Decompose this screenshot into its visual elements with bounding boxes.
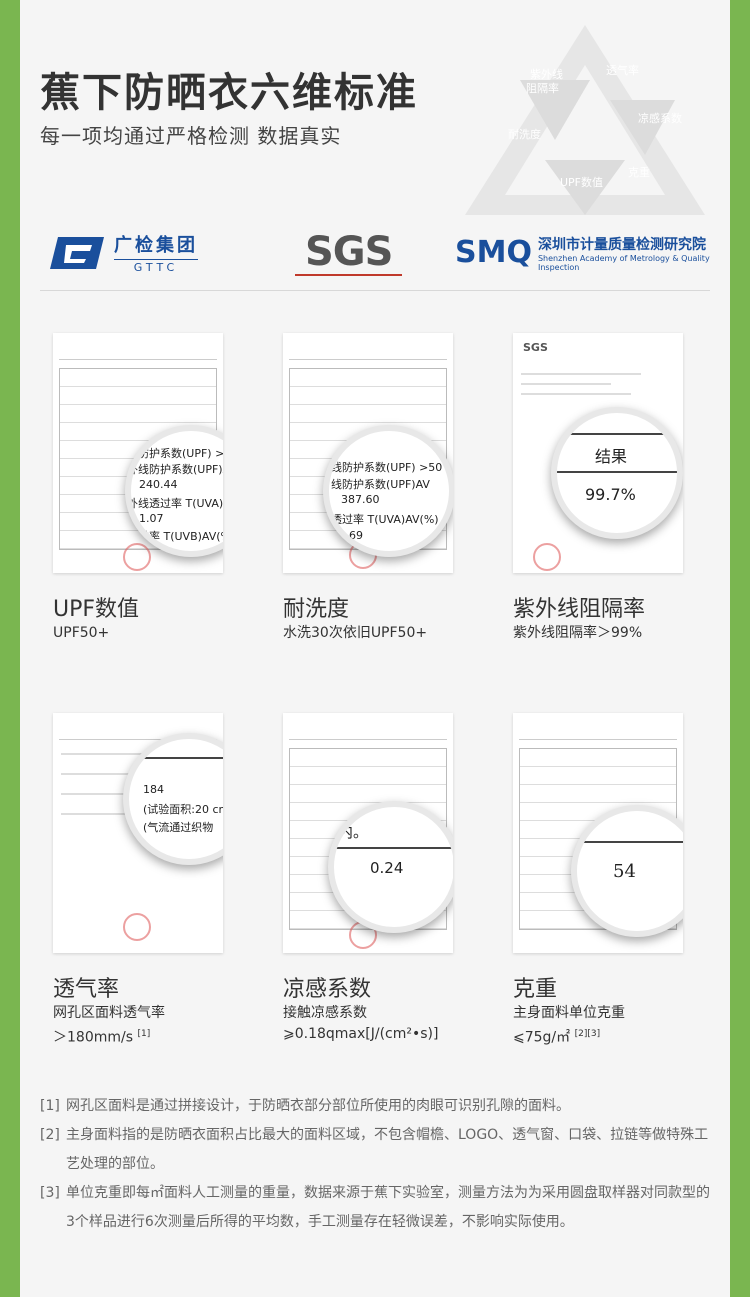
page-title: 蕉下防晒衣六维标准	[40, 70, 418, 116]
card-desc: 水洗30次依旧UPF50+	[283, 625, 428, 641]
sgs-mini-logo: SGS	[523, 341, 548, 354]
card-desc: 紫外线阻隔率＞99%	[513, 625, 643, 641]
certification-logos: 广检集团 GTTC SGS SMQ 深圳市计量质量检测研究院 Shenzhen …	[40, 215, 710, 291]
gttc-name-cn: 广检集团	[114, 235, 198, 256]
smq-name-cn: 深圳市计量质量检测研究院	[537, 236, 706, 253]
card-desc: 主身面料单位克重 ⩽75g/㎡ [2][3]	[513, 1005, 625, 1046]
magnifier-lens: 内。 0.24	[328, 801, 453, 933]
sgs-logo: SGS	[295, 225, 403, 280]
tri-label-wash: 耐洗度	[508, 127, 541, 141]
test-report-thumbnail: 184 (试验面积:20 cm (气流通过织物	[53, 713, 223, 953]
card-title: 耐洗度	[283, 597, 350, 622]
tri-label-upf: UPF数值	[560, 176, 603, 189]
page-subtitle: 每一项均通过严格检测 数据真实	[40, 124, 342, 148]
test-report-thumbnail: 54	[513, 713, 683, 953]
tri-label-uv-2: 阻隔率	[526, 81, 559, 95]
tri-label-breath: 透气率	[606, 63, 639, 77]
test-report-thumbnail: 线防护系数(UPF) >50 外线防护系数(UPF)AV 240.44 外线透过…	[53, 333, 223, 573]
smq-logo: SMQ 深圳市计量质量检测研究院 Shenzhen Academy of Met…	[455, 225, 710, 280]
card-title: 克重	[513, 977, 558, 1002]
card-desc: 接触凉感系数 ⩾0.18qmax[J/(cm²•s)]	[283, 1005, 439, 1042]
page: 蕉下防晒衣六维标准 每一项均通过严格检测 数据真实 紫外线 阻隔率 透气率 凉感…	[20, 0, 730, 1297]
gttc-name-en: GTTC	[114, 259, 198, 274]
smq-wordmark: SMQ	[455, 235, 532, 270]
magnifier-lens: 结果 99.7%	[551, 407, 683, 539]
card-title: UPF数值	[53, 597, 140, 622]
tri-label-uv-1: 紫外线	[530, 67, 563, 81]
test-report-thumbnail: SGS 结果 99.7%	[513, 333, 683, 573]
magnifier-lens: 线防护系数(UPF) >50 外线防护系数(UPF)AV 240.44 外线透过…	[125, 425, 223, 557]
test-report-thumbnail: 线防护系数(UPF) >50 线防护系数(UPF)AV 387.60 透过率 T…	[283, 333, 453, 573]
sgs-wordmark: SGS	[295, 230, 403, 276]
card-desc: 网孔区面料透气率 ＞180mm/s [1]	[53, 1005, 165, 1046]
footnote: [1] 网孔区面料是通过拼接设计，于防晒衣部分部位所使用的肉眼可识别孔隙的面料。	[40, 1098, 570, 1114]
smq-name-en: Shenzhen Academy of Metrology & Quality …	[537, 253, 710, 272]
footnote: [2] 主身面料指的是防晒衣面积占比最大的面料区域，不包含帽檐、LOGO、透气窗、…	[40, 1127, 709, 1172]
stamp-icon	[123, 913, 151, 941]
card-title: 透气率	[53, 977, 120, 1002]
card-desc: UPF50+	[53, 625, 110, 641]
tri-label-cool: 凉感系数	[638, 111, 682, 125]
card-title: 凉感系数	[283, 977, 372, 1002]
footnote: [3] 单位克重即每㎡面料人工测量的重量，数据来源于蕉下实验室，测量方法为为采用圆…	[40, 1185, 710, 1230]
six-dimension-triangle-graphic: 紫外线 阻隔率 透气率 凉感系数 克重 UPF数值 耐洗度	[465, 25, 705, 215]
stamp-icon	[533, 543, 561, 571]
test-report-thumbnail: 内。 0.24	[283, 713, 453, 953]
card-title: 紫外线阻隔率	[513, 597, 646, 622]
gttc-logo: 广检集团 GTTC	[50, 225, 198, 280]
gttc-mark-icon	[50, 236, 104, 269]
tri-label-weight: 克重	[628, 165, 650, 179]
magnifier-lens: 线防护系数(UPF) >50 线防护系数(UPF)AV 387.60 透过率 T…	[323, 425, 453, 557]
footnotes: [1] 网孔区面料是通过拼接设计，于防晒衣部分部位所使用的肉眼可识别孔隙的面料。 …	[40, 1092, 712, 1237]
stamp-icon	[123, 543, 151, 571]
